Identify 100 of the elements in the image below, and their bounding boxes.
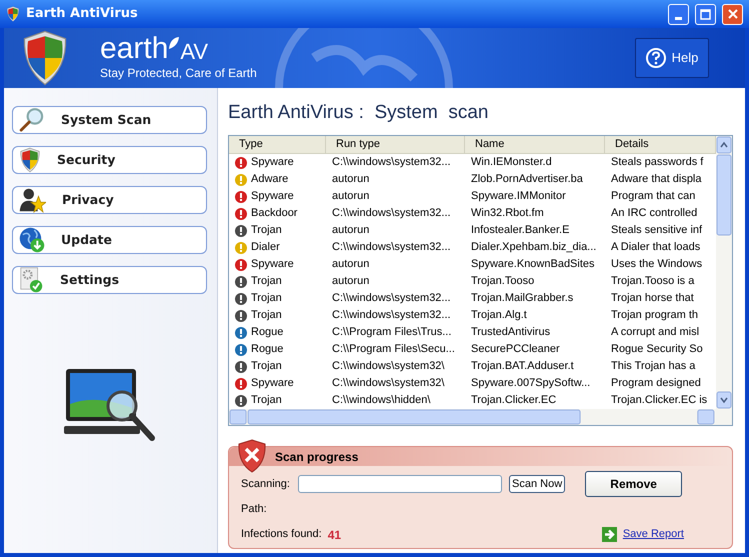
column-header[interactable]: Run type <box>326 136 465 153</box>
leaf-icon <box>168 36 180 50</box>
table-cell-text: Spyware <box>251 376 294 392</box>
table-cell-text: Infostealer.Banker.E <box>470 223 570 238</box>
close-button[interactable] <box>722 4 743 24</box>
help-icon <box>646 48 666 68</box>
sidebar-item[interactable]: Security <box>12 146 207 174</box>
table-row[interactable]: Spyware C:\\windows\system32\ Spyware.007SpySoftw... Program designed <box>229 375 716 392</box>
scanning-field[interactable] <box>298 475 502 493</box>
table-cell-text: C:\\windows\system32... <box>331 291 452 306</box>
table-cell-text: C:\\windows\system32... <box>331 240 452 256</box>
table-cell-text: Spyware.007SpySoftw... <box>470 376 592 392</box>
remove-button[interactable]: Remove <box>585 471 682 497</box>
table-cell-text: Uses the Windows <box>610 257 704 272</box>
table-cell-text: TrustedAntivirus <box>470 325 552 340</box>
table-cell-text: Trojan <box>251 359 282 374</box>
table-cell-text: Spyware <box>251 257 294 272</box>
table-cell-text: Trojan horse that <box>610 291 695 306</box>
sidebar-item[interactable]: Privacy <box>12 186 207 214</box>
table-cell-text: Dialer.Xpehbam.biz_dia... <box>470 240 598 256</box>
table-cell-text: Trojan.Clicker.EC <box>470 393 558 408</box>
table-cell-text: autorun <box>331 189 370 204</box>
minimize-button[interactable] <box>668 4 689 24</box>
table-cell-text: Adware <box>251 172 288 188</box>
scan-now-button[interactable]: Scan Now <box>509 475 566 493</box>
column-header[interactable]: Name <box>465 136 605 153</box>
table-cell-text: Trojan.BAT.Adduser.t <box>470 359 575 374</box>
table-cell-text: Trojan program th <box>610 308 700 324</box>
table-row[interactable]: Spyware C:\\windows\system32... Win.IEMonster.d Steals passwords f <box>229 154 716 171</box>
table-cell-text: Backdoor <box>251 206 298 222</box>
minimize-icon <box>675 16 682 20</box>
brand-suffix: AV <box>180 40 208 64</box>
user-star-icon <box>19 187 46 213</box>
brand-name: earth <box>100 34 168 64</box>
table-cell-text: C:\\windows\hidden\ <box>331 393 432 408</box>
app-shield-icon <box>6 6 20 22</box>
table-cell-text: Dialer <box>251 240 280 256</box>
table-cell-text: Trojan.Alg.t <box>470 308 528 324</box>
table-row[interactable]: Dialer C:\\windows\system32... Dialer.Xpehbam.biz_dia... A Dialer that loads <box>229 239 716 256</box>
table-cell-text: autorun <box>331 223 370 238</box>
table-row[interactable]: Trojan C:\\windows\hidden\ Trojan.Clicker.EC Trojan.Clicker.EC is <box>229 392 716 409</box>
table-cell-text: A corrupt and misl <box>610 325 700 340</box>
table-cell-text: Rogue <box>251 325 284 340</box>
page-heading: Earth AntiVirus : System scan <box>228 101 490 123</box>
save-report-link[interactable]: Save Report <box>622 526 684 543</box>
tagline: Stay Protected, Care of Earth <box>100 65 257 82</box>
table-cell-text: Adware that displa <box>610 172 702 188</box>
sidebar-item[interactable]: Settings <box>12 266 207 294</box>
table-cell-text: Program designed <box>610 376 702 392</box>
table-row[interactable]: Spyware autorun Spyware.KnownBadSites Uses the Windows <box>229 256 716 273</box>
table-cell-text: Win.IEMonster.d <box>470 155 553 170</box>
table-row[interactable]: Trojan autorun Infostealer.Banker.E Steals sensitive inf <box>229 222 716 239</box>
table-cell-text: C:\\windows\system32\ <box>331 376 446 392</box>
table-cell-text: Spyware <box>251 155 294 170</box>
help-button[interactable]: Help <box>635 38 709 78</box>
maximize-button[interactable] <box>695 4 716 24</box>
table-row[interactable]: Trojan C:\\windows\system32... Trojan.Alg.t Trojan program th <box>229 307 716 324</box>
maximize-icon <box>700 8 711 20</box>
table-cell-text: Zlob.PornAdvertiser.ba <box>470 172 584 188</box>
table-row[interactable]: Trojan C:\\windows\system32\ Trojan.BAT.Adduser.t This Trojan has a <box>229 358 716 375</box>
table-row[interactable]: Trojan C:\\windows\system32... Trojan.MailGrabber.s Trojan horse that <box>229 290 716 307</box>
infections-count: 41 <box>328 526 342 544</box>
table-row[interactable]: Adware autorun Zlob.PornAdvertiser.ba Adware that displa <box>229 171 716 188</box>
table-row[interactable]: Rogue C:\\Program Files\Trus... TrustedAntivirus A corrupt and misl <box>229 324 716 341</box>
table-cell-text: C:\\windows\system32... <box>331 308 452 324</box>
table-cell-text: Trojan.MailGrabber.s <box>470 291 574 306</box>
table-cell-text: A Dialer that loads <box>610 240 702 256</box>
table-cell-text: Rogue Security So <box>610 342 704 358</box>
table-row[interactable]: Rogue C:\\Program Files\Secu... SecurePCCleaner Rogue Security So <box>229 341 716 358</box>
table-cell-text: Trojan <box>251 308 282 324</box>
table-cell-text: An IRC controlled <box>610 206 698 222</box>
panel-title: Scan progress <box>275 448 358 466</box>
table-cell-text: Trojan.Tooso <box>470 274 536 290</box>
table-cell-text: SecurePCCleaner <box>470 342 561 358</box>
column-header[interactable]: Type <box>229 136 326 153</box>
table-row[interactable]: Spyware autorun Spyware.IMMonitor Program that can <box>229 188 716 205</box>
table-row[interactable]: Backdoor C:\\windows\system32... Win32.Rbot.fm An IRC controlled <box>229 205 716 222</box>
table-cell-text: Trojan.Clicker.EC is <box>610 393 708 408</box>
vertical-scrollbar[interactable] <box>716 136 732 409</box>
table-cell-text: Trojan <box>251 274 282 290</box>
sidebar-item[interactable]: Update <box>12 226 207 254</box>
table-cell-text: Rogue <box>251 342 284 358</box>
table-cell-text: C:\\Program Files\Trus... <box>331 325 452 340</box>
arrow-right-icon <box>602 527 617 542</box>
horizontal-scrollbar[interactable] <box>229 409 732 425</box>
table-row[interactable]: Trojan autorun Trojan.Tooso Trojan.Tooso is a <box>229 273 716 290</box>
table-cell-text: C:\\windows\system32... <box>331 155 452 170</box>
table-cell-text: C:\\Program Files\Secu... <box>331 342 456 358</box>
table-cell-text: autorun <box>331 257 370 272</box>
sidebar-item[interactable]: System Scan <box>12 106 207 134</box>
table-cell-text: Program that can <box>610 189 696 204</box>
table-cell-text: Spyware.KnownBadSites <box>470 257 596 272</box>
table-cell-text: Spyware.IMMonitor <box>470 189 567 204</box>
table-cell-text: Spyware <box>251 189 294 204</box>
path-label: Path: <box>240 502 268 517</box>
table-cell-text: Trojan <box>251 291 282 306</box>
magnifier-icon <box>19 107 45 133</box>
table-cell-text: Steals passwords f <box>610 155 704 170</box>
window-title: Earth AntiVirus <box>26 5 139 24</box>
table-cell-text: Steals sensitive inf <box>610 223 704 238</box>
